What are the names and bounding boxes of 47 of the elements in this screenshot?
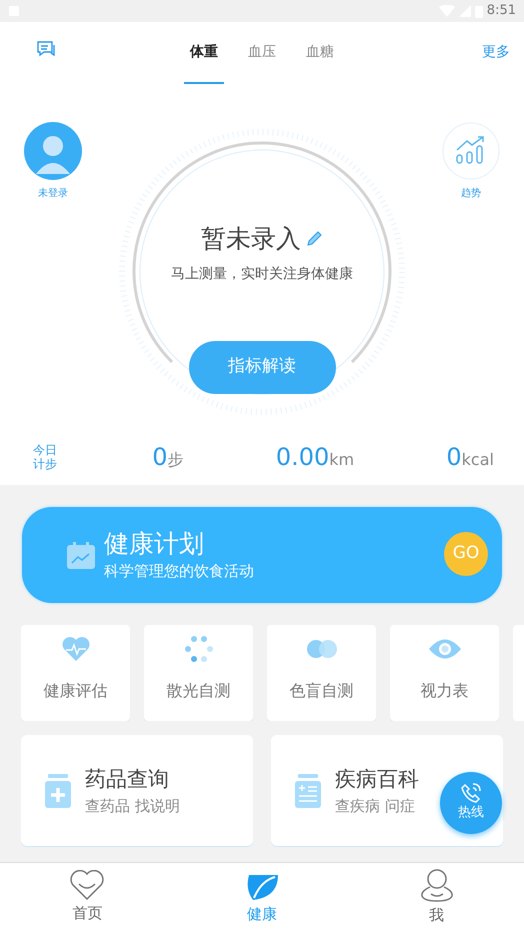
heart-smile-icon: [69, 870, 106, 900]
health-plan-banner[interactable]: 健康计划 科学管理您的饮食活动 GO: [22, 507, 502, 603]
trend-label[interactable]: 趋势: [461, 186, 481, 201]
phone-icon: [461, 783, 481, 804]
medicine-bottle-icon: [45, 774, 71, 808]
step-count-label: 今日计步: [32, 443, 58, 471]
tab[interactable]: 血压: [242, 22, 282, 84]
dots-ring-icon: [184, 635, 214, 663]
tool-label: 视力表: [420, 680, 468, 702]
pencil-icon[interactable]: [305, 230, 323, 248]
service-card[interactable]: 药品查询 查药品 找说明: [21, 735, 253, 846]
step-stat: 0kcal: [446, 442, 494, 473]
tool-tile[interactable]: 健康评估: [21, 625, 130, 721]
nav-tab[interactable]: 健康: [174, 863, 350, 932]
tool-tile[interactable]: 视力表: [390, 625, 499, 721]
tool-tile[interactable]: 散光自测: [144, 625, 253, 721]
heartbeat-icon: [60, 636, 90, 662]
plan-subtitle: 科学管理您的饮食活动: [104, 560, 254, 582]
overlapping-circles-icon: [304, 639, 338, 659]
gauge-subtitle: 马上测量，实时关注身体健康: [171, 264, 353, 284]
tool-label: 色盲自测: [290, 680, 354, 702]
document-jar-icon: [295, 774, 321, 808]
nav-tab[interactable]: 我: [349, 863, 524, 932]
status-time: 8:51: [486, 2, 516, 20]
tool-tile[interactable]: 色盲自测: [267, 625, 376, 721]
login-status-link[interactable]: 未登录: [38, 186, 68, 201]
avatar-icon[interactable]: [24, 122, 82, 180]
empty-record-title: 暂未录入: [201, 223, 301, 255]
trend-chart-icon[interactable]: [442, 122, 500, 180]
step-stat: 0.00km: [276, 442, 354, 473]
nav-tab[interactable]: 首页: [0, 863, 175, 932]
tab[interactable]: 血糖: [300, 22, 340, 84]
card-title: 药品查询: [85, 766, 170, 792]
person-icon: [420, 868, 454, 902]
message-icon[interactable]: [36, 40, 56, 58]
plan-title: 健康计划: [104, 528, 205, 560]
step-stat: 0步: [152, 442, 184, 473]
calendar-chart-icon: [66, 540, 96, 570]
eye-icon: [428, 638, 462, 660]
indicator-button[interactable]: 指标解读: [188, 340, 336, 394]
more-link[interactable]: 更多: [482, 42, 510, 63]
card-subtitle: 查药品 找说明: [85, 796, 180, 817]
card-title: 疾病百科: [335, 766, 419, 792]
card-subtitle: 查疾病 问症: [335, 796, 416, 817]
tab[interactable]: 体重: [184, 22, 224, 84]
tool-label: 散光自测: [166, 680, 230, 702]
tool-label: 健康评估: [44, 680, 108, 702]
